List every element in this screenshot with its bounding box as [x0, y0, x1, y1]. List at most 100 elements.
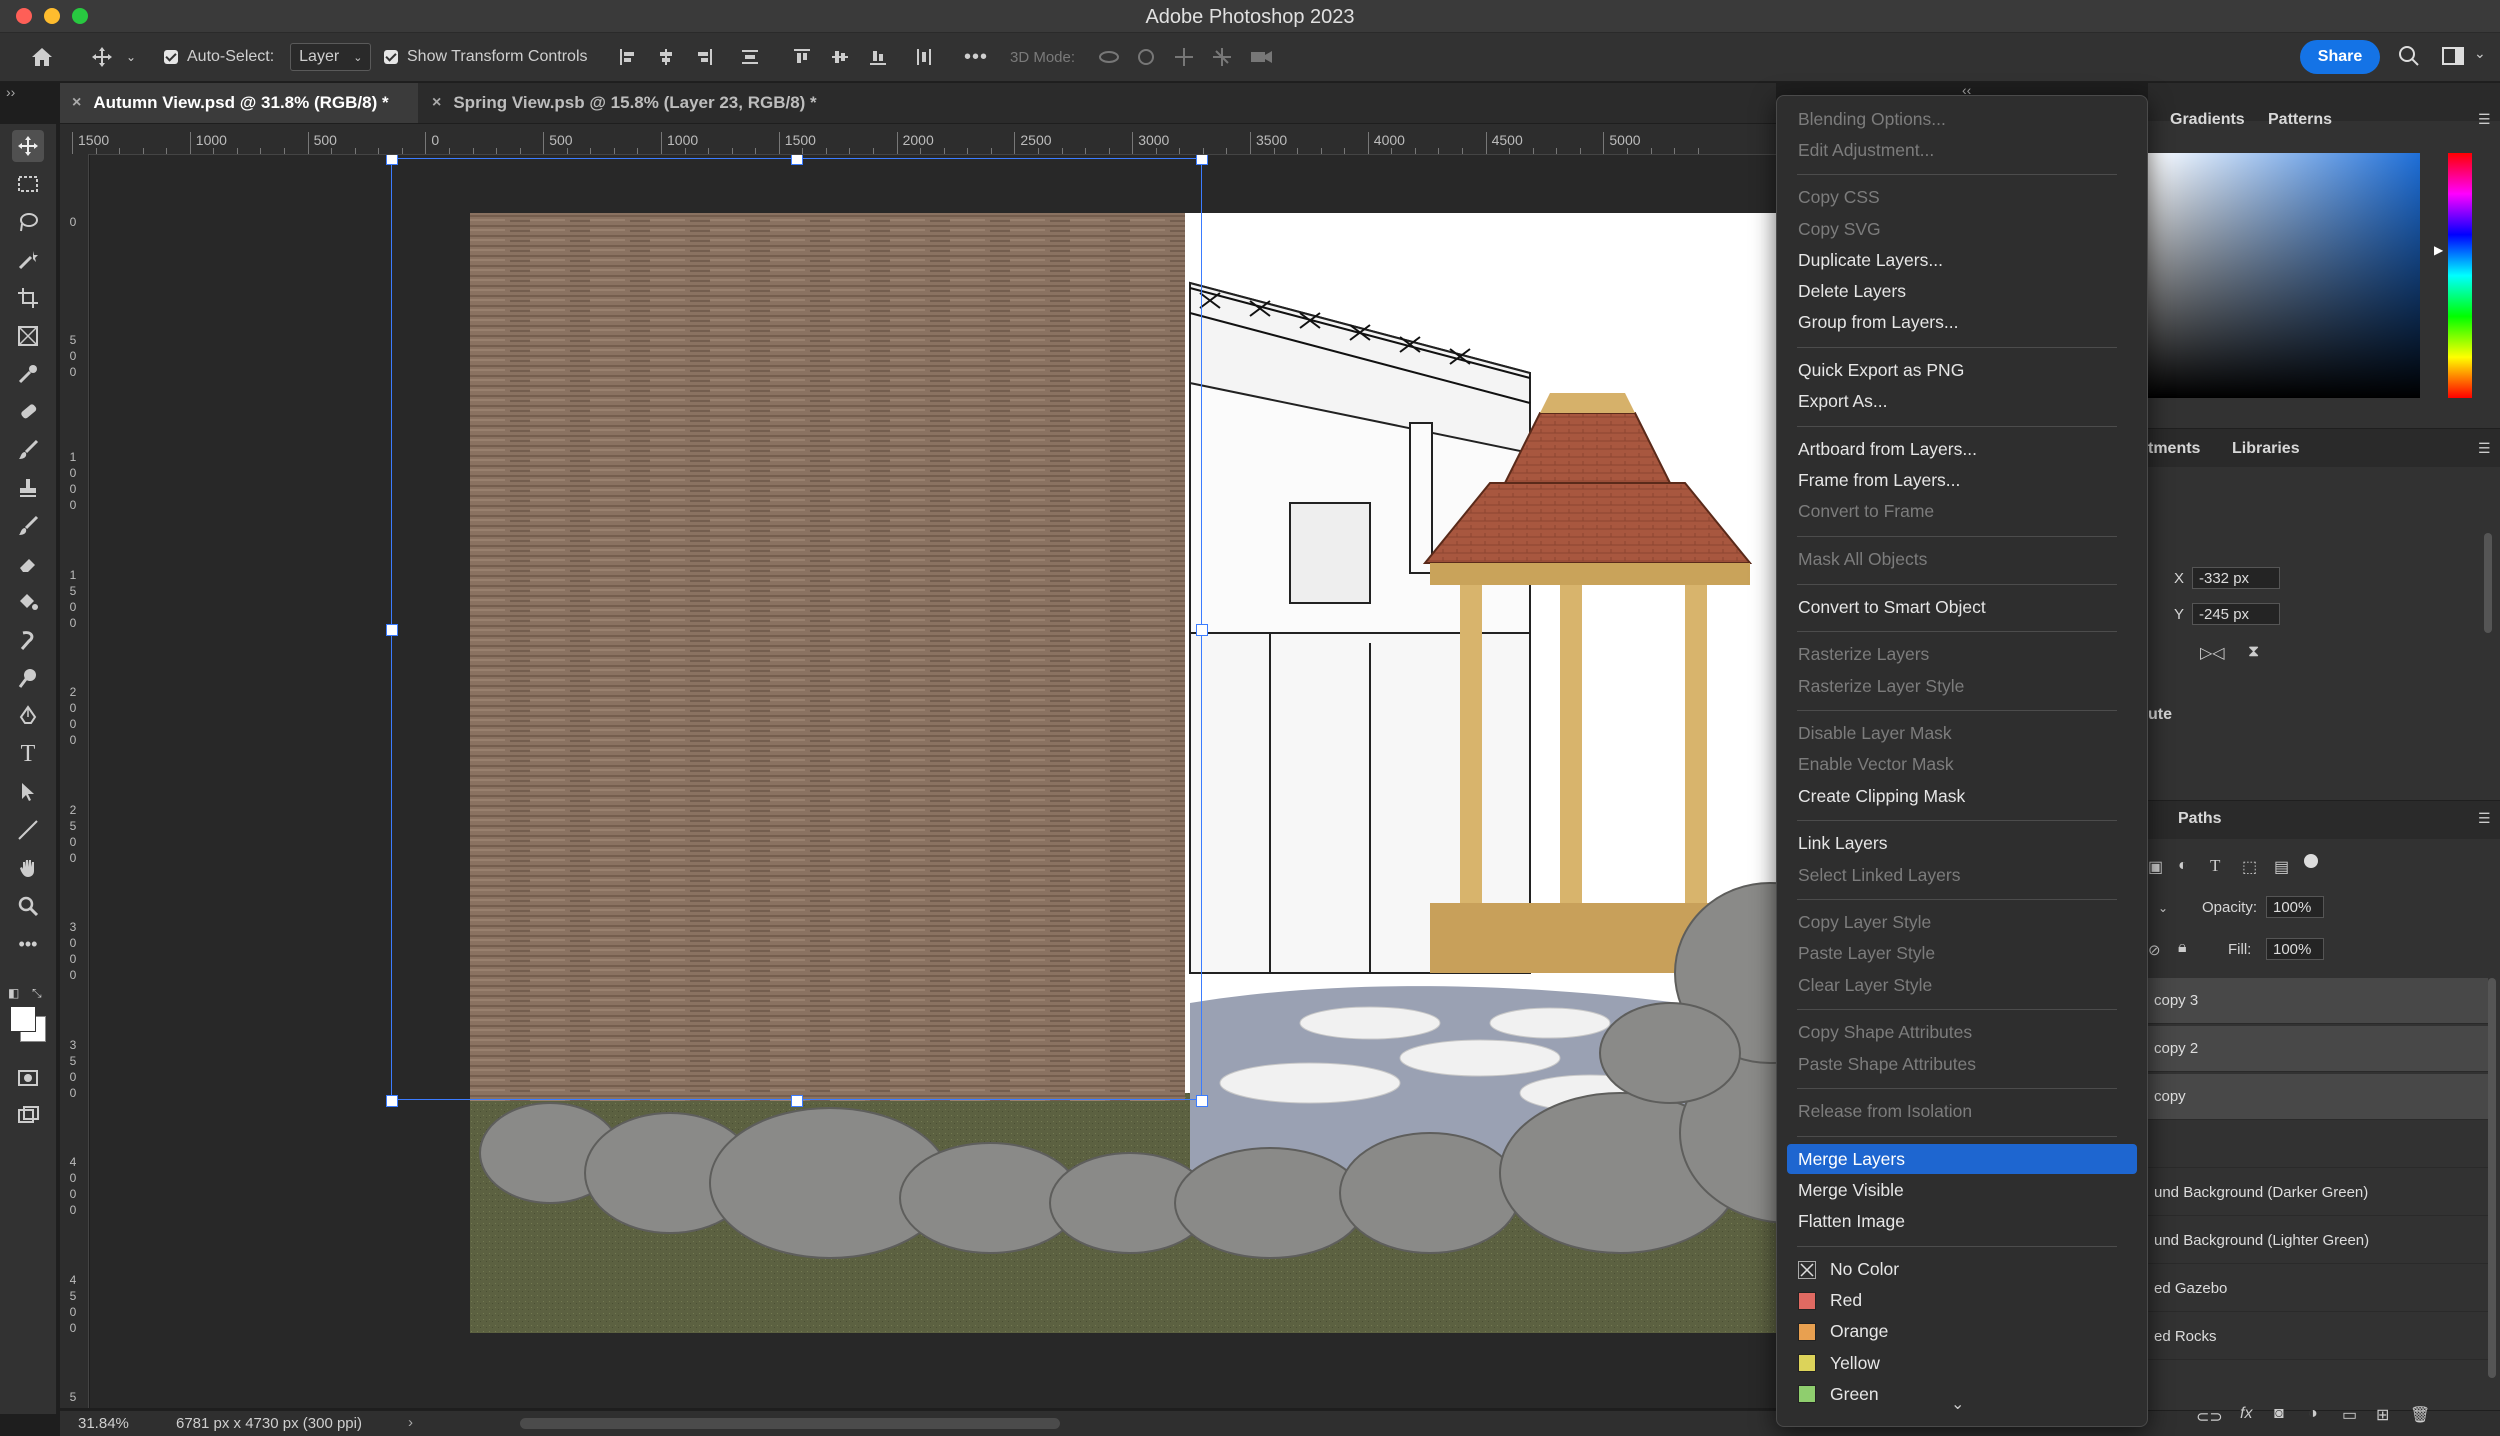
new-group-icon[interactable]: ▭	[2342, 1405, 2357, 1425]
tab-adjustments[interactable]: tments	[2148, 440, 2200, 458]
filter-toggle-icon[interactable]	[2304, 854, 2318, 868]
transform-handle-top-right[interactable]	[1196, 155, 1208, 165]
layers-scrollbar[interactable]	[2488, 978, 2496, 1378]
layer-row[interactable]: copy 3	[2148, 978, 2488, 1024]
menu-item-create-clipping-mask[interactable]: Create Clipping Mask	[1787, 781, 2137, 811]
pen-tool-icon[interactable]	[12, 700, 44, 732]
brush-tool-icon[interactable]	[12, 434, 44, 466]
close-tab-icon[interactable]: ×	[72, 94, 81, 112]
transform-bounding-box[interactable]	[391, 158, 1202, 1100]
dodge-tool-icon[interactable]	[12, 662, 44, 694]
3d-camera-icon[interactable]	[1250, 47, 1272, 67]
hue-slider-marker[interactable]: ▶	[2434, 243, 2443, 257]
smart-object-filter-icon[interactable]: ▤	[2274, 857, 2289, 877]
move-tool-icon[interactable]	[90, 45, 114, 69]
x-position-field[interactable]: -332 px	[2192, 567, 2280, 589]
line-tool-icon[interactable]	[12, 814, 44, 846]
3d-orbit-icon[interactable]	[1098, 47, 1119, 67]
menu-color-orange[interactable]: Orange	[1787, 1317, 2137, 1347]
menu-item-export-as[interactable]: Export As...	[1787, 387, 2137, 417]
3d-pan-icon[interactable]	[1174, 47, 1194, 67]
color-swatches[interactable]: ◧ ⤡	[8, 986, 48, 1042]
transform-handle-top-middle[interactable]	[791, 155, 803, 165]
frame-tool-icon[interactable]	[12, 320, 44, 352]
default-colors-icon[interactable]: ◧	[8, 986, 19, 1000]
new-layer-icon[interactable]: ⊞	[2376, 1405, 2389, 1425]
menu-item-group-from-layers[interactable]: Group from Layers...	[1787, 308, 2137, 338]
tab-libraries[interactable]: Libraries	[2232, 440, 2300, 458]
vertical-ruler[interactable]: 0 5 0 0 1 0 0 0 1 5 0 0 2 0 0 0 2 5 0 0 3 0 0 …	[60, 154, 89, 1408]
marquee-tool-icon[interactable]	[12, 168, 44, 200]
tab-gradients[interactable]: Gradients	[2170, 111, 2245, 129]
lock-pixels-icon[interactable]: ⊘	[2148, 941, 2161, 959]
align-top-icon[interactable]	[792, 47, 812, 67]
distribute-vertical-icon[interactable]	[914, 47, 934, 67]
quick-mask-icon[interactable]	[12, 1062, 44, 1094]
workspace-icon[interactable]	[2442, 46, 2466, 66]
horizontal-scrollbar[interactable]	[520, 1418, 1060, 1429]
tab-spring-view[interactable]: × Spring View.psb @ 15.8% (Layer 23, RGB…	[428, 83, 908, 123]
home-icon[interactable]	[28, 43, 56, 71]
tab-autumn-view[interactable]: × Autumn View.psd @ 31.8% (RGB/8) *	[60, 83, 418, 123]
pixel-filter-icon[interactable]: ▣	[2148, 857, 2163, 877]
menu-item-duplicate-layers[interactable]: Duplicate Layers...	[1787, 245, 2137, 275]
trash-icon[interactable]: 🗑︎	[2410, 1405, 2430, 1425]
zoom-level[interactable]: 31.84%	[78, 1415, 129, 1432]
align-left-icon[interactable]	[618, 47, 638, 67]
smudge-tool-icon[interactable]	[12, 624, 44, 656]
align-bottom-icon[interactable]	[868, 47, 888, 67]
menu-item-artboard-from-layers[interactable]: Artboard from Layers...	[1787, 434, 2137, 464]
horizontal-ruler[interactable]: 1500 1000 500 0 500 1000 1500 2000 2500 3000 3500 4…	[60, 124, 1776, 155]
close-tab-icon[interactable]: ×	[432, 94, 441, 112]
tab-patterns[interactable]: Patterns	[2268, 111, 2332, 129]
transform-handle-bottom-left[interactable]	[386, 1095, 398, 1107]
layer-row[interactable]: ed Gazebo	[2148, 1266, 2488, 1312]
healing-brush-icon[interactable]	[12, 396, 44, 428]
layer-row[interactable]: und Background (Darker Green)	[2148, 1170, 2488, 1216]
opacity-field[interactable]: 100%	[2266, 896, 2324, 918]
flip-vertical-icon[interactable]: ⧗	[2248, 643, 2259, 661]
align-middle-icon[interactable]	[830, 47, 850, 67]
align-center-icon[interactable]	[656, 47, 676, 67]
y-position-field[interactable]: -245 px	[2192, 603, 2280, 625]
more-options-icon[interactable]: •••	[964, 43, 988, 71]
transform-handle-bottom-right[interactable]	[1196, 1095, 1208, 1107]
menu-item-link-layers[interactable]: Link Layers	[1787, 829, 2137, 859]
menu-item-delete-layers[interactable]: Delete Layers	[1787, 277, 2137, 307]
more-tools-icon[interactable]: •••	[12, 928, 44, 960]
paint-bucket-icon[interactable]	[12, 586, 44, 618]
transform-handle-top-left[interactable]	[386, 155, 398, 165]
hand-tool-icon[interactable]	[12, 852, 44, 884]
canvas-area[interactable]	[90, 155, 1776, 1408]
history-brush-icon[interactable]	[12, 510, 44, 542]
layer-row[interactable]: copy 2	[2148, 1026, 2488, 1072]
panel-menu-icon[interactable]: ☰	[2478, 810, 2491, 827]
lasso-tool-icon[interactable]	[12, 206, 44, 238]
search-icon[interactable]	[2398, 45, 2420, 67]
crop-tool-icon[interactable]	[12, 282, 44, 314]
layer-row[interactable]: und Background (Lighter Green)	[2148, 1218, 2488, 1264]
foreground-color-swatch[interactable]	[10, 1006, 36, 1032]
layer-mask-icon[interactable]: ◙	[2274, 1405, 2284, 1423]
adjustment-filter-icon[interactable]: ◐	[2178, 857, 2188, 875]
lock-all-icon[interactable]: 🔒︎	[2178, 939, 2187, 957]
shape-filter-icon[interactable]: ⬚	[2242, 857, 2257, 877]
menu-color-red[interactable]: Red	[1787, 1286, 2137, 1316]
layer-row[interactable]: ed Rocks	[2148, 1314, 2488, 1360]
show-transform-checkbox[interactable]	[384, 50, 398, 64]
zoom-tool-icon[interactable]	[12, 890, 44, 922]
align-right-icon[interactable]	[694, 47, 714, 67]
type-tool-icon[interactable]: T	[12, 738, 44, 770]
distribute-icon[interactable]	[740, 47, 760, 67]
hue-slider[interactable]	[2448, 153, 2472, 398]
scroll-down-chevron-icon[interactable]: ⌄	[1951, 1394, 1964, 1414]
flip-horizontal-icon[interactable]: ▷◁	[2200, 643, 2225, 663]
type-filter-icon[interactable]: T	[2210, 856, 2220, 876]
menu-item-flatten-image[interactable]: Flatten Image	[1787, 1207, 2137, 1237]
3d-roll-icon[interactable]	[1136, 47, 1156, 67]
chevron-down-icon[interactable]: ⌄	[2158, 901, 2168, 915]
panel-menu-icon[interactable]: ☰	[2478, 111, 2491, 128]
menu-item-convert-to-smart-object[interactable]: Convert to Smart Object	[1787, 592, 2137, 622]
properties-scrollbar[interactable]	[2484, 533, 2492, 633]
move-tool-icon[interactable]	[12, 130, 44, 162]
